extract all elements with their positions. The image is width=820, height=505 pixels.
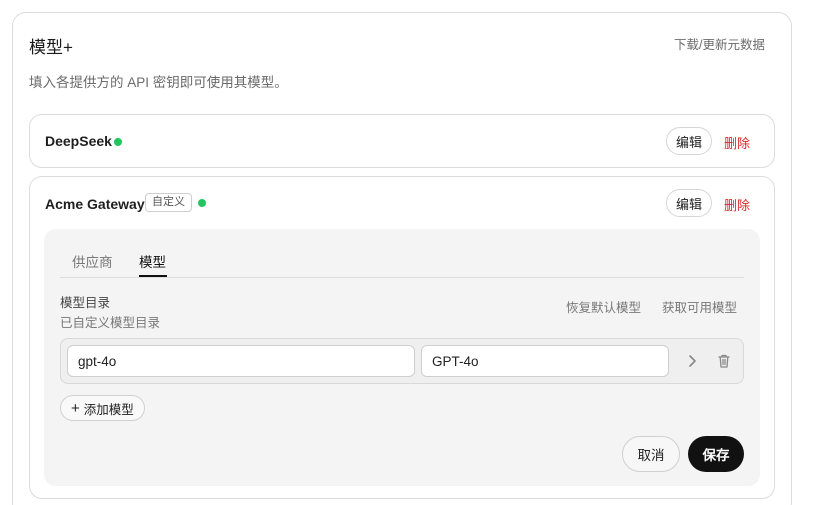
tab-models[interactable]: 模型 (139, 251, 166, 271)
edit-button[interactable]: 编辑 (666, 127, 712, 155)
download-metadata-link[interactable]: 下载/更新元数据 (674, 34, 765, 53)
plus-icon: + (71, 399, 80, 417)
provider-name: Acme Gateway (45, 196, 145, 212)
trash-icon[interactable] (715, 352, 733, 370)
edit-button[interactable]: 编辑 (666, 189, 712, 217)
model-row (60, 338, 744, 384)
provider-card-deepseek: DeepSeek 编辑 删除 (29, 114, 775, 168)
provider-card-acme-gateway: Acme Gateway 自定义 编辑 删除 供应商 模型 模型目录 已自定义模… (29, 176, 775, 499)
provider-name: DeepSeek (45, 133, 112, 149)
delete-button[interactable]: 删除 (724, 195, 750, 214)
tab-provider[interactable]: 供应商 (72, 251, 113, 271)
section-title: 模型目录 (60, 296, 111, 310)
restore-default-models-button[interactable]: 恢复默认模型 (566, 297, 641, 316)
section-subtitle: 已自定义模型目录 (60, 316, 161, 330)
tabs-divider (60, 277, 744, 278)
provider-editor-panel: 供应商 模型 模型目录 已自定义模型目录 恢复默认模型 获取可用模型 + 添加模 (44, 229, 760, 486)
page-title: 模型+ (29, 38, 73, 57)
model-id-input[interactable] (67, 345, 415, 377)
page-subtitle: 填入各提供方的 API 密钥即可使用其模型。 (29, 75, 288, 90)
fetch-available-models-button[interactable]: 获取可用模型 (662, 297, 737, 316)
cancel-button[interactable]: 取消 (622, 436, 680, 472)
add-model-button[interactable]: + 添加模型 (60, 395, 145, 421)
model-display-name-input[interactable] (421, 345, 669, 377)
status-dot-icon (198, 199, 206, 207)
status-dot-icon (114, 138, 122, 146)
save-button[interactable]: 保存 (688, 436, 744, 472)
add-model-label: 添加模型 (83, 402, 134, 417)
chevron-right-icon[interactable] (683, 352, 701, 370)
models-settings-panel: 模型+ 下载/更新元数据 填入各提供方的 API 密钥即可使用其模型。 Deep… (12, 12, 792, 505)
delete-button[interactable]: 删除 (724, 133, 750, 152)
custom-tag: 自定义 (145, 193, 192, 212)
